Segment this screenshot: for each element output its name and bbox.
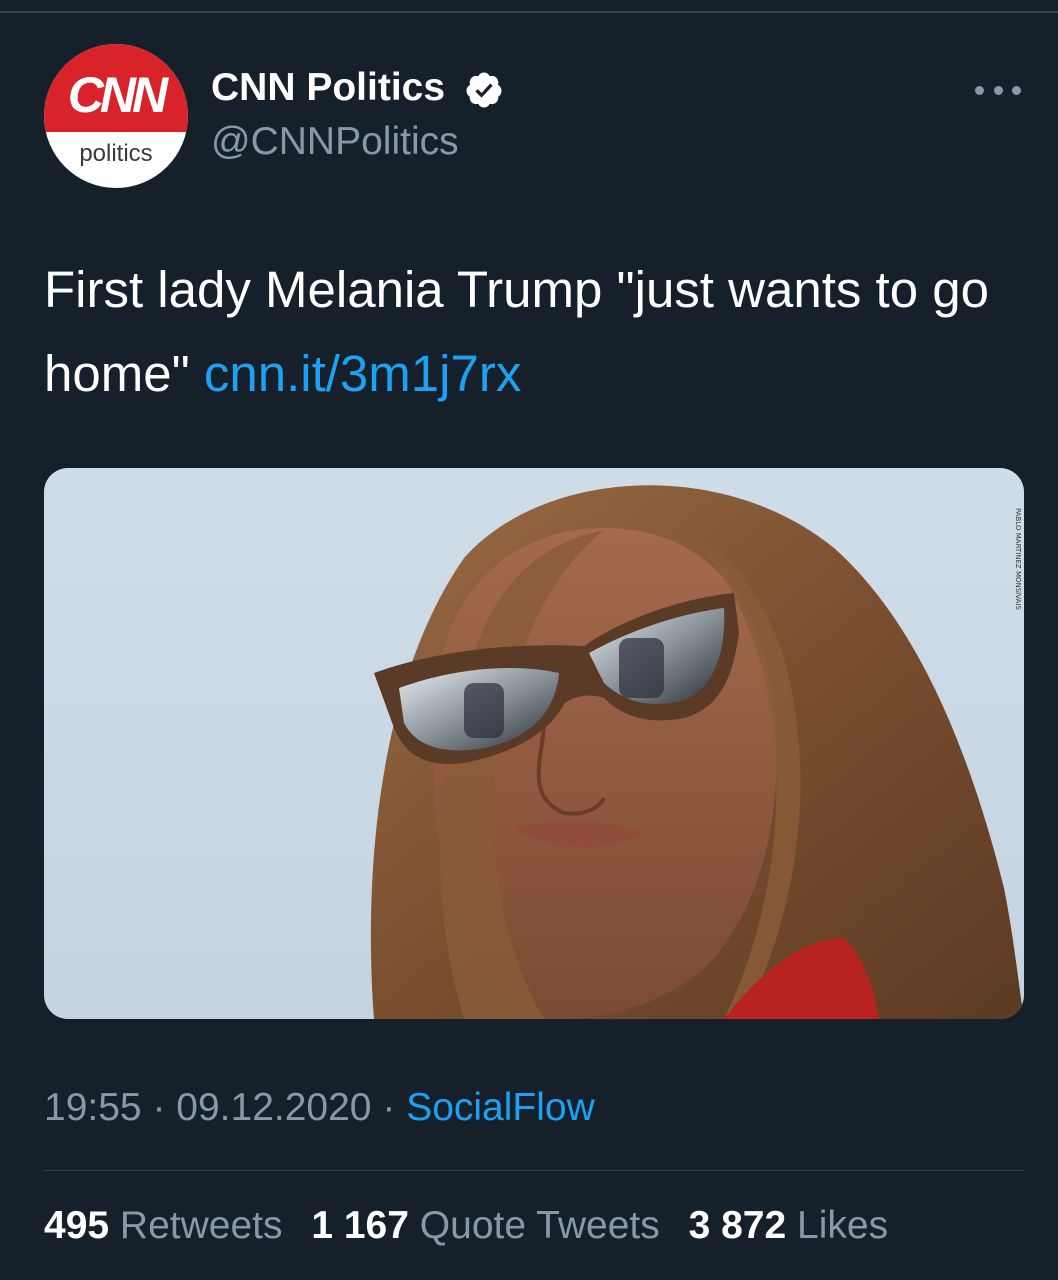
tweet-date[interactable]: 09.12.2020 [176,1086,371,1129]
media-credit: PABLO MARTINEZ MONSIVAIS [1014,508,1022,610]
tweet-meta: 19:55 · 09.12.2020 · SocialFlow [44,1086,595,1130]
tweet-text: First lady Melania Trump "just wants to … [44,248,1034,416]
display-name[interactable]: CNN Politics [211,66,445,110]
dot-icon [993,85,1003,95]
avatar-brand-text: CNN [67,67,168,123]
quote-tweets-count: 1 167 [311,1204,409,1247]
tweet-time[interactable]: 19:55 [44,1086,142,1129]
more-options-icon[interactable] [975,80,1021,100]
tweet-source[interactable]: SocialFlow [406,1086,595,1129]
meta-separator: · [382,1086,396,1129]
meta-divider [44,1170,1024,1171]
dot-icon [1012,85,1021,95]
avatar[interactable]: CNN politics [44,44,188,188]
retweets-stat[interactable]: 495 Retweets [44,1204,283,1247]
verified-badge-icon [466,72,502,108]
likes-label: Likes [797,1204,889,1247]
tweet-media-image[interactable]: PABLO MARTINEZ MONSIVAIS [44,468,1024,1019]
avatar-sub-text: politics [79,140,153,167]
retweets-label: Retweets [119,1204,283,1247]
quote-tweets-stat[interactable]: 1 167 Quote Tweets [311,1204,659,1247]
meta-separator: · [152,1086,166,1129]
likes-stat[interactable]: 3 872 Likes [689,1204,889,1247]
tweet-link[interactable]: cnn.it/3m1j7rx [204,345,521,402]
retweets-count: 495 [44,1204,110,1247]
portrait-illustration: PABLO MARTINEZ MONSIVAIS [370,485,1024,1019]
quote-tweets-label: Quote Tweets [419,1204,660,1247]
likes-count: 3 872 [688,1204,787,1247]
top-divider [0,11,1058,13]
account-handle[interactable]: @CNNPolitics [211,120,459,164]
dot-icon [975,85,984,95]
tweet-stats: 495 Retweets 1 167 Quote Tweets 3 872 Li… [44,1204,906,1248]
